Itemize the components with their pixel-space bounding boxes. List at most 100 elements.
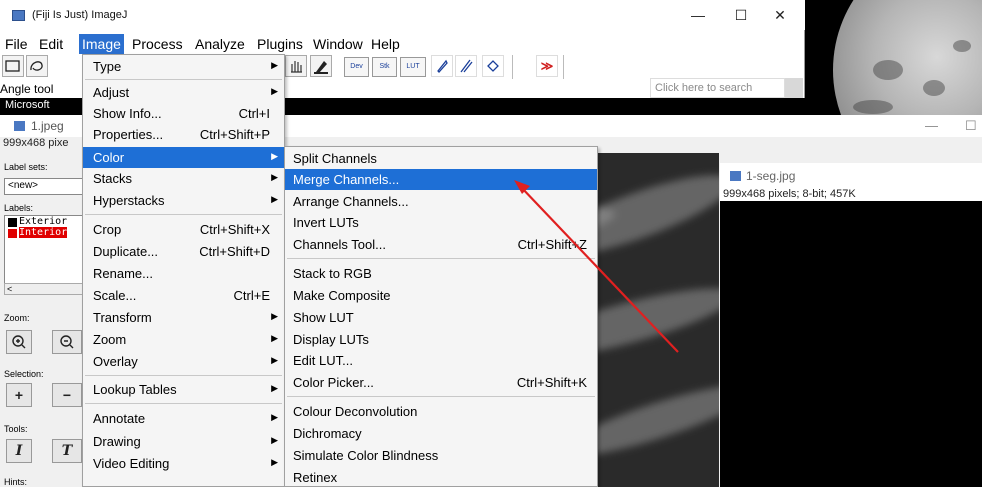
status-sub-label: Microsoft	[5, 99, 50, 111]
crater-shape	[953, 40, 971, 52]
submenu-item-dichromacy[interactable]: Dichromacy	[285, 423, 597, 444]
close-button[interactable]: ✕	[757, 4, 803, 26]
submenu-item-label: Merge Channels...	[293, 172, 400, 187]
bucket-icon	[487, 60, 499, 72]
remove-selection-button[interactable]: −	[52, 383, 82, 407]
submenu-item-label: Colour Deconvolution	[293, 404, 418, 419]
label-set-select[interactable]: <new>	[4, 178, 84, 195]
menu-help[interactable]: Help	[368, 34, 403, 54]
toolbar-separator	[563, 55, 564, 79]
search-input[interactable]: Click here to search	[650, 78, 785, 98]
submenu-item-label: Make Composite	[293, 288, 391, 303]
submenu-item-label: Simulate Color Blindness	[293, 448, 439, 463]
submenu-item-merge-channels[interactable]: Merge Channels...	[285, 169, 597, 190]
menu-item-video-editing[interactable]: Video Editing ▶	[83, 453, 284, 474]
submenu-item-show-lut[interactable]: Show LUT	[285, 307, 597, 328]
submenu-arrow-icon: ▶	[271, 194, 278, 204]
text-tool-button[interactable]: I	[6, 439, 32, 463]
menu-bar: File Edit Image Process Analyze Plugins …	[0, 34, 805, 54]
submenu-item-simulate-color-blindness[interactable]: Simulate Color Blindness	[285, 445, 597, 466]
rectangle-tool-button[interactable]	[2, 55, 24, 77]
minimize-button[interactable]: —	[675, 4, 721, 26]
label-color-swatch	[8, 218, 17, 227]
submenu-arrow-icon: ▶	[271, 333, 278, 343]
color-picker-button[interactable]	[310, 55, 332, 77]
zoom-out-button[interactable]	[52, 330, 82, 354]
menu-item-zoom[interactable]: Zoom ▶	[83, 329, 284, 350]
label-item-interior[interactable]: Interior	[19, 227, 68, 238]
menu-item-duplicate[interactable]: Duplicate... Ctrl+Shift+D	[83, 241, 284, 262]
seg-window-info: 999x468 pixels; 8-bit; 457K	[723, 188, 856, 200]
menu-item-drawing[interactable]: Drawing ▶	[83, 431, 284, 452]
submenu-item-color-picker[interactable]: Color Picker... Ctrl+Shift+K	[285, 372, 597, 393]
menu-item-transform[interactable]: Transform ▶	[83, 307, 284, 328]
menu-separator	[287, 258, 595, 259]
menu-item-hyperstacks[interactable]: Hyperstacks ▶	[83, 190, 284, 211]
submenu-item-retinex[interactable]: Retinex	[285, 467, 597, 487]
image-minimize-button[interactable]: —	[925, 118, 938, 133]
scroll-tool-button[interactable]	[285, 55, 307, 77]
menu-file[interactable]: File	[2, 34, 31, 54]
freehand-icon	[30, 61, 43, 71]
submenu-item-label: Stack to RGB	[293, 266, 372, 281]
menu-item-show-info[interactable]: Show Info... Ctrl+I	[83, 103, 284, 124]
submenu-item-split-channels[interactable]: Split Channels	[285, 148, 597, 169]
seg-image-window[interactable]: 1-seg.jpg 999x468 pixels; 8-bit; 457K	[720, 163, 982, 487]
submenu-item-display-luts[interactable]: Display LUTs	[285, 329, 597, 350]
menu-image[interactable]: Image	[79, 34, 124, 54]
labels-heading: Labels:	[4, 203, 34, 213]
type-tool-button[interactable]: T	[52, 439, 82, 463]
menu-item-scale[interactable]: Scale... Ctrl+E	[83, 285, 284, 306]
crater-shape	[923, 80, 945, 96]
search-button[interactable]	[785, 78, 803, 98]
image-maximize-button[interactable]: ☐	[965, 118, 977, 134]
submenu-item-label: Color Picker...	[293, 375, 374, 390]
label-item-exterior[interactable]: Exterior	[19, 216, 67, 227]
menu-analyze[interactable]: Analyze	[192, 34, 248, 54]
menu-item-overlay[interactable]: Overlay ▶	[83, 351, 284, 372]
menu-plugins[interactable]: Plugins	[254, 34, 306, 54]
submenu-item-colour-deconvolution[interactable]: Colour Deconvolution	[285, 401, 597, 422]
menu-item-lookup-tables[interactable]: Lookup Tables ▶	[83, 379, 284, 400]
more-tools-button[interactable]: ≫	[536, 55, 558, 77]
menu-item-properties[interactable]: Properties... Ctrl+Shift+P	[83, 124, 284, 145]
lut-menu-button[interactable]: LUT	[400, 57, 426, 77]
pencil-tool-button[interactable]	[431, 55, 453, 77]
submenu-item-label: Edit LUT...	[293, 353, 353, 368]
flood-fill-tool-button[interactable]	[482, 55, 504, 77]
submenu-item-channels-tool[interactable]: Channels Tool... Ctrl+Shift+Z	[285, 234, 597, 255]
submenu-item-invert-luts[interactable]: Invert LUTs	[285, 212, 597, 233]
dev-menu-button[interactable]: Dev	[344, 57, 369, 77]
menu-process[interactable]: Process	[129, 34, 186, 54]
menu-separator	[85, 214, 282, 215]
stk-menu-button[interactable]: Stk	[372, 57, 397, 77]
add-selection-button[interactable]: +	[6, 383, 32, 407]
submenu-item-stack-to-rgb[interactable]: Stack to RGB	[285, 263, 597, 284]
menu-item-crop[interactable]: Crop Ctrl+Shift+X	[83, 219, 284, 240]
menu-item-rename[interactable]: Rename...	[83, 263, 284, 284]
submenu-arrow-icon: ▶	[271, 383, 278, 393]
menu-item-adjust[interactable]: Adjust ▶	[83, 82, 284, 103]
menu-window[interactable]: Window	[310, 34, 366, 54]
title-bar[interactable]: (Fiji Is Just) ImageJ — ☐ ✕	[0, 0, 805, 30]
labels-scrollbar[interactable]: <	[4, 283, 84, 295]
moon-image	[805, 0, 982, 115]
submenu-item-shortcut: Ctrl+Shift+Z	[517, 237, 587, 252]
menu-item-label: Lookup Tables	[93, 382, 177, 397]
menu-item-color[interactable]: Color ▶	[83, 147, 284, 168]
submenu-item-edit-lut[interactable]: Edit LUT...	[285, 350, 597, 371]
menu-item-stacks[interactable]: Stacks ▶	[83, 168, 284, 189]
menu-item-annotate[interactable]: Annotate ▶	[83, 408, 284, 429]
submenu-item-make-composite[interactable]: Make Composite	[285, 285, 597, 306]
freehand-tool-button[interactable]	[26, 55, 48, 77]
hand-icon	[291, 61, 302, 73]
menu-item-label: Drawing	[93, 434, 141, 449]
zoom-in-button[interactable]	[6, 330, 32, 354]
menu-edit[interactable]: Edit	[36, 34, 66, 54]
menu-item-label: Transform	[93, 310, 152, 325]
brush-tool-button[interactable]	[455, 55, 477, 77]
menu-item-type[interactable]: Type ▶	[83, 56, 284, 77]
submenu-arrow-icon: ▶	[271, 60, 278, 70]
menu-item-label: Rename...	[93, 266, 153, 281]
submenu-item-arrange-channels[interactable]: Arrange Channels...	[285, 191, 597, 212]
